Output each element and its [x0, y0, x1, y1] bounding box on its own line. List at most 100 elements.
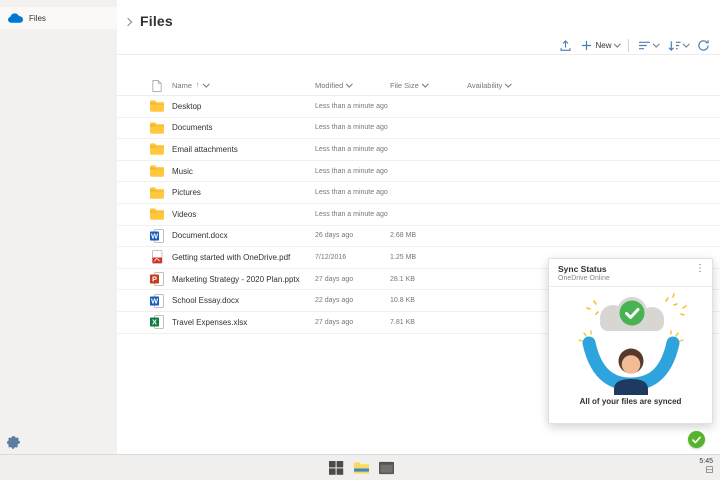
file-name: Marketing Strategy - 2020 Plan.pptx: [164, 275, 315, 284]
table-header: Name ↑ Modified File Size Availability: [117, 76, 720, 96]
app-window-icon[interactable]: [379, 461, 394, 475]
file-name: Pictures: [164, 188, 315, 197]
sync-popup-title: Sync Status: [558, 264, 703, 274]
sidebar-item-label: Files: [29, 14, 46, 23]
column-header-name[interactable]: Name ↑: [164, 81, 315, 90]
sync-popup-subtitle: OneDrive Online: [558, 275, 703, 282]
new-button[interactable]: New: [581, 40, 619, 51]
view-options-button[interactable]: [668, 40, 689, 51]
file-modified: 26 days ago: [315, 232, 390, 239]
sort-lines-icon: [638, 40, 651, 51]
sidebar: Files: [0, 0, 117, 456]
column-header-modified[interactable]: Modified: [315, 81, 390, 90]
table-row[interactable]: VideosLess than a minute ago: [117, 204, 720, 226]
table-row[interactable]: Email attachmentsLess than a minute ago: [117, 139, 720, 161]
file-name: Email attachments: [164, 145, 315, 154]
svg-text:W: W: [151, 231, 159, 240]
windows-start-icon[interactable]: [329, 461, 344, 475]
refresh-icon: [697, 39, 710, 52]
file-size: 7.81 KB: [390, 319, 467, 326]
onedrive-cloud-icon: [8, 13, 23, 23]
file-modified: Less than a minute ago: [315, 168, 390, 175]
upload-button[interactable]: [559, 39, 572, 52]
chevron-down-icon: [614, 40, 620, 46]
taskbar: 5:45: [0, 454, 720, 480]
onedrive-window: ✕ Files Files: [0, 0, 720, 454]
column-header-filesize[interactable]: File Size: [390, 81, 467, 90]
file-size: 1.25 MB: [390, 254, 467, 261]
chevron-down-icon: [203, 81, 209, 87]
refresh-button[interactable]: [697, 39, 710, 52]
chevron-right-icon: [124, 17, 132, 25]
file-size: 28.1 KB: [390, 276, 467, 283]
breadcrumb: Files: [125, 13, 173, 29]
pdf-file-icon: [150, 250, 164, 264]
toolbar-divider: [628, 39, 629, 52]
folder-icon: [150, 164, 164, 178]
chevron-down-icon: [346, 81, 352, 87]
column-header-availability[interactable]: Availability: [467, 81, 720, 90]
file-name: Getting started with OneDrive.pdf: [164, 253, 315, 262]
sync-status-message: All of your files are synced: [549, 397, 712, 406]
folder-icon: [150, 186, 164, 200]
new-button-label: New: [595, 41, 611, 50]
powerpoint-file-icon: P: [150, 272, 164, 286]
page-title: Files: [140, 13, 173, 29]
check-icon: [692, 436, 701, 444]
file-modified: Less than a minute ago: [315, 211, 390, 218]
sync-popup-header: Sync Status OneDrive Online ⋮: [549, 259, 712, 287]
file-size: 2.68 MB: [390, 232, 467, 239]
file-name: School Essay.docx: [164, 296, 315, 305]
file-modified: Less than a minute ago: [315, 124, 390, 131]
svg-text:W: W: [151, 296, 159, 305]
file-modified: 7/12/2016: [315, 254, 390, 261]
ime-indicator-icon: [699, 466, 713, 473]
file-modified: Less than a minute ago: [315, 189, 390, 196]
chevron-down-icon: [505, 81, 511, 87]
table-row[interactable]: MusicLess than a minute ago: [117, 161, 720, 183]
chevron-down-icon: [653, 40, 659, 46]
file-modified: 27 days ago: [315, 276, 390, 283]
file-name: Videos: [164, 210, 315, 219]
more-options-button[interactable]: ⋮: [695, 264, 705, 274]
desktop: ✕ Files Files: [0, 0, 720, 480]
taskbar-clock[interactable]: 5:45: [699, 458, 713, 473]
sync-success-illustration: [556, 291, 706, 395]
table-row[interactable]: DocumentsLess than a minute ago: [117, 118, 720, 140]
word-file-icon: W: [150, 294, 164, 308]
table-row[interactable]: DesktopLess than a minute ago: [117, 96, 720, 118]
sort-order-icon: [668, 40, 681, 51]
file-size: 10.8 KB: [390, 297, 467, 304]
table-row[interactable]: WDocument.docx26 days ago2.68 MB: [117, 226, 720, 248]
chevron-down-icon: [683, 40, 689, 46]
table-row[interactable]: PicturesLess than a minute ago: [117, 182, 720, 204]
clock-time: 5:45: [699, 458, 713, 465]
sidebar-item-files[interactable]: Files: [0, 7, 117, 29]
settings-gear-icon[interactable]: [7, 436, 20, 449]
word-file-icon: W: [150, 229, 164, 243]
svg-text:X: X: [152, 318, 157, 327]
excel-file-icon: X: [150, 315, 164, 329]
folder-icon: [150, 99, 164, 113]
sync-status-popup: Sync Status OneDrive Online ⋮: [548, 258, 713, 424]
sort-button[interactable]: [638, 40, 659, 51]
file-modified: Less than a minute ago: [315, 146, 390, 153]
file-name: Music: [164, 167, 315, 176]
sync-ok-badge[interactable]: [688, 431, 705, 448]
sort-ascending-icon: ↑: [196, 82, 200, 89]
toolbar: New: [559, 35, 710, 55]
file-modified: 22 days ago: [315, 297, 390, 304]
upload-icon: [559, 39, 572, 52]
plus-icon: [581, 40, 592, 51]
svg-text:P: P: [152, 275, 157, 284]
file-name: Travel Expenses.xlsx: [164, 318, 315, 327]
file-explorer-icon[interactable]: [354, 461, 369, 475]
file-name: Documents: [164, 123, 315, 132]
document-header-icon: [152, 80, 164, 92]
folder-icon: [150, 207, 164, 221]
folder-icon: [150, 121, 164, 135]
file-name: Desktop: [164, 102, 315, 111]
file-modified: 27 days ago: [315, 319, 390, 326]
separator: [117, 54, 720, 55]
file-modified: Less than a minute ago: [315, 103, 390, 110]
